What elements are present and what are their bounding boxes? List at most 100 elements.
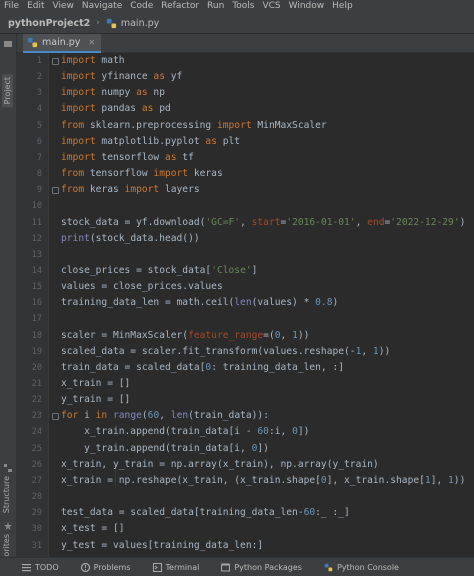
code-line[interactable]: from keras import layers: [61, 184, 200, 196]
line-number: 29: [31, 508, 42, 519]
code-line[interactable]: scaled_data = scaler.fit_transform(value…: [61, 346, 390, 358]
line-number: 20: [31, 362, 42, 373]
line-number: 6: [36, 136, 42, 147]
line-number: 23: [31, 411, 42, 422]
code-line[interactable]: x_train.append(train_data[i - 60:i, 0]): [61, 426, 309, 438]
menu-item-vcs[interactable]: VCS: [262, 0, 280, 13]
terminal-icon: [152, 562, 162, 572]
code-line[interactable]: from sklearn.preprocessing import MinMax…: [61, 120, 327, 132]
code-line[interactable]: import matplotlib.pyplot as plt: [61, 136, 240, 148]
menu-item-view[interactable]: View: [53, 0, 74, 13]
code-line[interactable]: values = close_prices.values: [61, 281, 223, 293]
code-line[interactable]: scaler = MinMaxScaler(feature_range=(0, …: [61, 330, 309, 342]
line-number: 8: [36, 169, 42, 180]
line-number: 1: [36, 56, 42, 66]
code-line[interactable]: x_train = np.reshape(x_train, (x_train.s…: [61, 475, 465, 487]
code-line[interactable]: x_train, y_train = np.array(x_train), np…: [61, 459, 379, 471]
problems-tool-button[interactable]: Problems: [80, 562, 131, 572]
menu-bar: File Edit View Navigate Code Refactor Run Tools…: [0, 0, 474, 13]
code-line[interactable]: y_test = values[training_data_len:]: [61, 540, 263, 552]
menu-item-tools[interactable]: Tools: [232, 0, 254, 13]
python-file-icon: [27, 37, 38, 48]
line-number: 27: [31, 475, 42, 486]
code-line[interactable]: x_test = []: [61, 523, 125, 535]
code-line[interactable]: test_data = scaled_data[training_data_le…: [61, 507, 350, 519]
menu-item-help[interactable]: Help: [332, 0, 353, 13]
code-line[interactable]: from tensorflow import keras: [61, 168, 223, 180]
code-line[interactable]: training_data_len = math.ceil(len(values…: [61, 297, 338, 309]
line-number: 12: [31, 233, 42, 244]
line-number: 26: [31, 459, 42, 470]
python-packages-tool-button[interactable]: Python Packages: [221, 563, 302, 572]
code-line[interactable]: y_train.append(train_data[i, 0]): [61, 443, 269, 455]
terminal-tool-button[interactable]: Terminal: [152, 562, 199, 572]
line-number: 18: [31, 330, 42, 341]
menu-item-edit[interactable]: Edit: [27, 0, 44, 13]
line-number: 5: [36, 120, 42, 131]
line-number: 16: [31, 298, 42, 309]
line-number: 2: [36, 72, 42, 83]
warning-icon: [80, 562, 90, 572]
code-line[interactable]: import tensorflow as tf: [61, 152, 194, 164]
code-line[interactable]: train_data = scaled_data[0: training_dat…: [61, 362, 344, 374]
code-line[interactable]: import pandas as pd: [61, 103, 171, 115]
fold-marker-icon[interactable]: [52, 58, 59, 65]
line-number: 31: [31, 540, 42, 551]
project-tool-button[interactable]: Project: [2, 74, 13, 108]
menu-item-navigate[interactable]: Navigate: [82, 0, 122, 13]
folder-icon: [4, 41, 12, 47]
code-line[interactable]: import yfinance as yf: [61, 71, 182, 83]
line-number: 22: [31, 395, 42, 406]
code-line[interactable]: print(stock_data.head()): [61, 233, 200, 245]
menu-item-refactor[interactable]: Refactor: [161, 0, 199, 13]
line-number: 7: [36, 152, 42, 163]
code-line[interactable]: close_prices = stock_data['Close']: [61, 265, 257, 277]
fold-marker-icon[interactable]: [52, 187, 59, 195]
todo-tool-button[interactable]: TODO: [22, 563, 59, 572]
line-number: 9: [36, 185, 42, 196]
menu-item-code[interactable]: Code: [130, 0, 153, 13]
editor-tab-bar: main.py ✕: [17, 34, 474, 53]
structure-tool-button[interactable]: Structure: [2, 476, 11, 513]
packages-icon: [221, 563, 231, 571]
menu-item-window[interactable]: Window: [289, 0, 325, 13]
line-number: 15: [31, 282, 42, 293]
breadcrumb-project[interactable]: pythonProject2: [8, 18, 90, 29]
code-line[interactable]: stock_data = yf.download('GC=F', start='…: [61, 217, 465, 229]
close-icon[interactable]: ✕: [88, 38, 95, 47]
menu-item-run[interactable]: Run: [207, 0, 224, 13]
line-number: 13: [31, 249, 42, 260]
tab-label: main.py: [42, 37, 81, 48]
python-icon: [324, 563, 333, 571]
breadcrumb-file[interactable]: main.py: [121, 18, 159, 29]
line-number: 21: [31, 379, 42, 389]
line-number: 17: [31, 314, 42, 325]
fold-marker-icon[interactable]: [52, 413, 59, 421]
python-console-tool-button[interactable]: Python Console: [324, 563, 399, 572]
code-line[interactable]: for i in range(60, len(train_data)):: [61, 410, 269, 422]
python-file-icon: [106, 18, 116, 28]
list-icon: [22, 563, 31, 571]
code-editor[interactable]: import math import yfinance as yf import n…: [50, 53, 474, 557]
code-line[interactable]: x_train = []: [61, 378, 130, 390]
line-number-gutter: 1 2 3 4 5 6 7 8 9 10 11 12 13 14 15 16 17 18 19 20 21 22 23 24 2…: [17, 53, 49, 557]
line-number: 24: [31, 427, 42, 438]
bottom-tool-bar: TODO Problems Terminal Python Packages P…: [0, 557, 474, 576]
line-number: 14: [31, 265, 42, 276]
line-number: 25: [31, 443, 42, 454]
menu-item-file[interactable]: File: [4, 0, 19, 13]
structure-icon: [4, 464, 12, 472]
breadcrumb: pythonProject2 › main.py: [0, 13, 474, 34]
code-line[interactable]: import math: [61, 55, 125, 67]
line-number: 10: [31, 201, 42, 212]
line-number: 3: [36, 88, 42, 99]
left-tool-stripe: Project Structure Favorites: [0, 34, 17, 570]
line-number: 19: [31, 346, 42, 357]
code-line[interactable]: import numpy as np: [61, 87, 165, 99]
star-icon: [4, 522, 12, 530]
chevron-right-icon: ›: [96, 18, 100, 28]
line-number: 4: [36, 104, 42, 115]
line-number: 30: [31, 524, 42, 535]
tab-main-py[interactable]: main.py ✕: [23, 34, 102, 53]
code-line[interactable]: y_train = []: [61, 394, 130, 406]
